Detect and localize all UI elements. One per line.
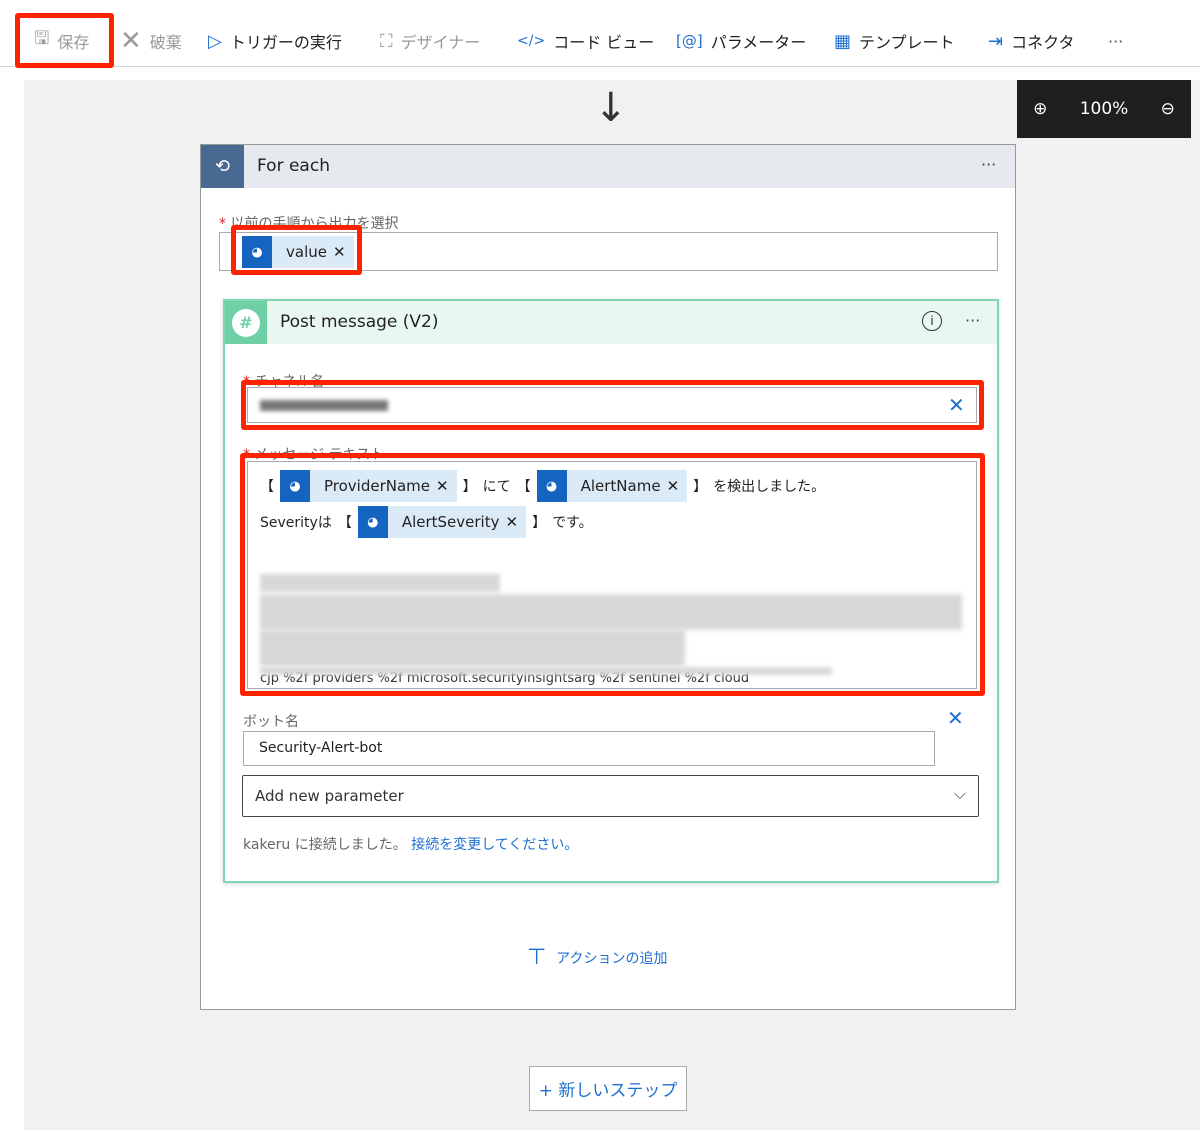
connectors-button[interactable]: ⇥ コネクタ	[988, 28, 1074, 54]
add-parameter-dropdown[interactable]: Add new parameter ⌵	[242, 775, 979, 817]
foreach-more-button[interactable]: ···	[981, 155, 996, 174]
play-icon: ▷	[208, 30, 222, 52]
loop-icon: ⟲	[201, 145, 244, 188]
run-trigger-button[interactable]: ▷ トリガーの実行	[208, 28, 342, 54]
designer-button[interactable]: ⛶ デザイナー	[380, 28, 480, 54]
zoom-out-icon[interactable]: ⊖	[1161, 99, 1175, 119]
arrow-down-icon: ↓	[594, 85, 628, 131]
discard-button[interactable]: ✕ 破棄	[120, 26, 182, 56]
clear-bot-icon[interactable]: ✕	[947, 706, 964, 730]
close-icon: ✕	[120, 26, 142, 56]
post-more-button[interactable]: ···	[965, 311, 980, 330]
foreach-title: For each	[257, 156, 330, 176]
add-action-button[interactable]: ⊤ アクションの追加	[527, 945, 667, 970]
highlight-value	[231, 225, 362, 275]
zoom-in-icon[interactable]: ⊕	[1033, 99, 1047, 119]
template-icon: ▦	[834, 30, 852, 52]
parameters-icon: [@]	[676, 32, 703, 50]
post-message-title: Post message (V2)	[280, 312, 439, 332]
new-step-button[interactable]: + 新しいステップ	[529, 1066, 687, 1111]
connection-info: kakeru に接続しました。 接続を変更してください。	[243, 837, 579, 853]
chevron-down-icon: ⌵	[953, 784, 966, 803]
highlight-channel	[241, 380, 984, 430]
parameters-button[interactable]: [@] パラメーター	[676, 28, 806, 54]
connector-icon: ⇥	[988, 30, 1004, 52]
code-icon: </>	[517, 33, 546, 49]
foreach-header[interactable]: ⟲ For each ···	[201, 145, 1015, 188]
more-button[interactable]: ···	[1108, 28, 1123, 54]
highlight-save	[15, 13, 114, 68]
highlight-message	[240, 453, 985, 696]
info-icon[interactable]: i	[922, 311, 942, 331]
code-view-button[interactable]: </> コード ビュー	[517, 28, 654, 54]
bot-name-input[interactable]: Security-Alert-bot	[243, 731, 935, 766]
templates-button[interactable]: ▦ テンプレート	[834, 28, 955, 54]
slack-icon: #	[225, 301, 267, 344]
add-action-icon: ⊤	[527, 945, 547, 970]
post-message-card: # Post message (V2) i ··· * チャネル名 ✕ * メッ…	[223, 299, 999, 883]
change-connection-link[interactable]: 接続を変更してください。	[411, 837, 578, 853]
bot-name-label: ボット名	[243, 714, 299, 730]
foreach-card: ⟲ For each ··· * 以前の手順から出力を選択 ◕ value ✕ # …	[200, 144, 1016, 1010]
zoom-controls: ⊕ 100% ⊖	[1017, 80, 1191, 138]
hierarchy-icon: ⛶	[380, 30, 393, 52]
toolbar: 🖫 保存 ✕ 破棄 ▷ トリガーの実行 ⛶ デザイナー </> コード ビュー [@] パラ…	[0, 0, 1200, 67]
post-message-header[interactable]: # Post message (V2) i ···	[225, 301, 997, 344]
